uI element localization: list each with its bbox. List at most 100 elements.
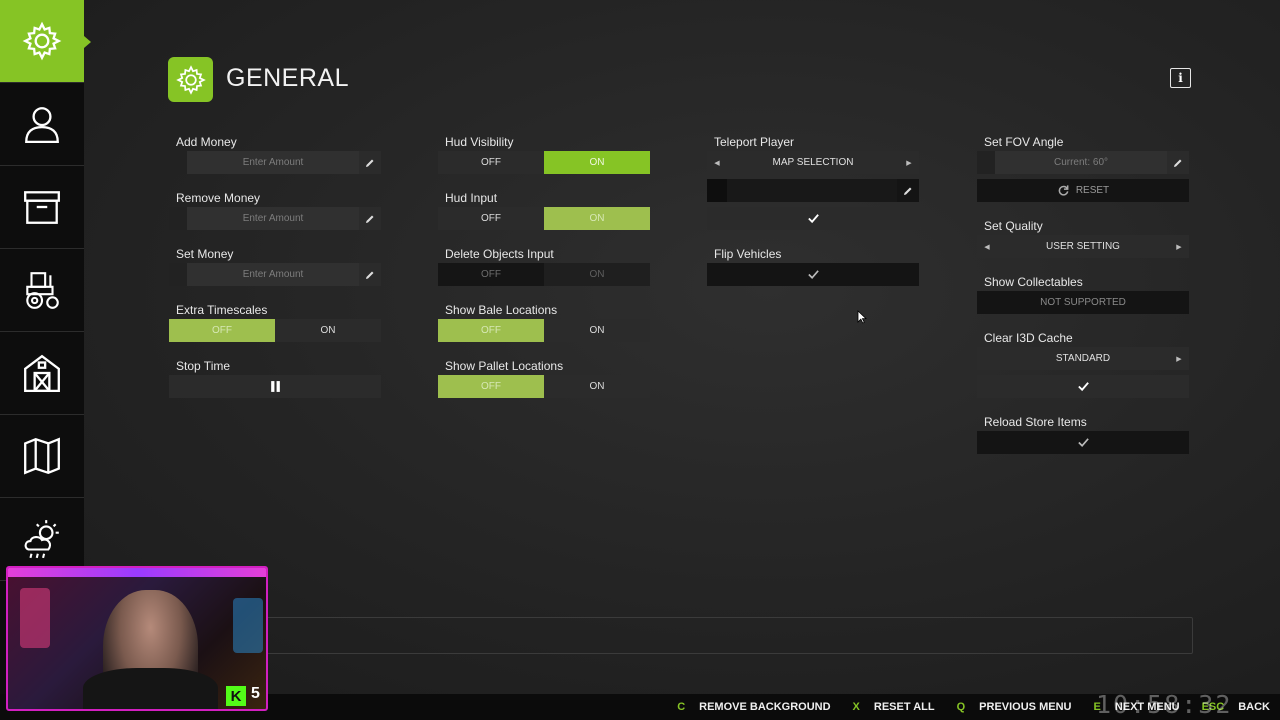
next-menu-action[interactable]: E NEXT MENU <box>1093 701 1179 713</box>
extra-timescales-label: Extra Timescales <box>176 303 268 317</box>
hud-visibility-toggle[interactable]: OFF ON <box>438 151 650 174</box>
arrow-left-icon[interactable]: ◀ <box>707 159 727 167</box>
key-x: X <box>852 701 860 713</box>
barn-icon <box>24 354 60 393</box>
checkmark-icon <box>807 214 819 224</box>
delete-objects-input-on[interactable]: ON <box>544 263 650 286</box>
stop-time-button[interactable] <box>169 375 381 398</box>
show-collectables-status: NOT SUPPORTED <box>977 291 1189 314</box>
flip-vehicles-button[interactable] <box>707 263 919 286</box>
reset-all-action[interactable]: X RESET ALL <box>853 701 935 713</box>
sidebar-item-storage[interactable] <box>0 166 84 249</box>
show-bale-locations-off[interactable]: OFF <box>438 319 544 342</box>
show-bale-locations-toggle[interactable]: OFF ON <box>438 319 650 342</box>
webcam-overlay: K 5 <box>6 566 268 711</box>
previous-menu-action[interactable]: Q PREVIOUS MENU <box>957 701 1072 713</box>
hud-input-off[interactable]: OFF <box>438 207 544 230</box>
remove-background-label: REMOVE BACKGROUND <box>699 701 831 713</box>
reset-all-label: RESET ALL <box>873 701 935 713</box>
delete-objects-input-toggle[interactable]: OFF ON <box>438 263 650 286</box>
hud-input-label: Hud Input <box>445 191 498 205</box>
teleport-player-label: Teleport Player <box>714 135 795 149</box>
sidebar-item-vehicles[interactable] <box>0 249 84 332</box>
person-icon <box>25 107 59 144</box>
pause-icon <box>270 381 280 392</box>
storage-box-icon <box>24 191 60 224</box>
set-money-input[interactable]: Enter Amount <box>169 263 381 286</box>
reload-store-items-button[interactable] <box>977 431 1189 454</box>
sidebar-item-buildings[interactable] <box>0 332 84 415</box>
tractor-icon <box>26 272 59 309</box>
delete-objects-input-off[interactable]: OFF <box>438 263 544 286</box>
pencil-icon[interactable] <box>897 186 919 196</box>
remove-money-label: Remove Money <box>176 191 261 205</box>
set-money-placeholder[interactable]: Enter Amount <box>187 263 359 286</box>
show-bale-locations-label: Show Bale Locations <box>445 303 558 317</box>
remove-money-input[interactable]: Enter Amount <box>169 207 381 230</box>
flip-vehicles-label: Flip Vehicles <box>714 247 782 261</box>
fov-angle-placeholder[interactable]: Current: 60° <box>995 151 1167 174</box>
add-money-placeholder[interactable]: Enter Amount <box>187 151 359 174</box>
show-bale-locations-on[interactable]: ON <box>544 319 650 342</box>
gear-icon <box>175 64 206 95</box>
remove-money-placeholder[interactable]: Enter Amount <box>187 207 359 230</box>
page-title: GENERAL <box>226 64 349 92</box>
delete-objects-input-label: Delete Objects Input <box>445 247 554 261</box>
sidebar-item-general[interactable] <box>0 0 91 83</box>
clear-i3d-cache-value: STANDARD <box>1055 353 1111 364</box>
arrow-right-icon[interactable]: ▶ <box>1169 355 1189 363</box>
checkmark-icon <box>807 270 819 279</box>
reload-store-items-label: Reload Store Items <box>984 415 1087 429</box>
extra-timescales-toggle[interactable]: OFF ON <box>169 319 381 342</box>
pencil-icon[interactable] <box>359 151 381 174</box>
teleport-confirm-button[interactable] <box>707 207 919 230</box>
hud-visibility-label: Hud Visibility <box>445 135 514 149</box>
key-e: E <box>1093 701 1101 713</box>
hud-visibility-on[interactable]: ON <box>544 151 650 174</box>
sidebar-item-player[interactable] <box>0 83 84 166</box>
weather-icon <box>24 520 59 559</box>
clear-i3d-cache-selector[interactable]: STANDARD ▶ <box>977 347 1189 370</box>
fov-reset-label: RESET <box>1075 185 1110 196</box>
info-button[interactable]: i <box>1170 68 1191 88</box>
clear-i3d-cache-confirm-button[interactable] <box>977 375 1189 398</box>
previous-menu-label: PREVIOUS MENU <box>979 701 1072 713</box>
key-q: Q <box>956 701 966 713</box>
pencil-icon[interactable] <box>1167 151 1189 174</box>
show-pallet-locations-toggle[interactable]: OFF ON <box>438 375 650 398</box>
arrow-left-icon[interactable]: ◀ <box>977 243 997 251</box>
clear-i3d-cache-label: Clear I3D Cache <box>984 331 1073 345</box>
stop-time-label: Stop Time <box>176 359 231 373</box>
arrow-right-icon[interactable]: ▶ <box>1169 243 1189 251</box>
hud-input-toggle[interactable]: OFF ON <box>438 207 650 230</box>
set-fov-angle-label: Set FOV Angle <box>984 135 1064 149</box>
mouse-cursor-icon <box>857 310 867 324</box>
key-c: C <box>677 701 686 713</box>
checkmark-icon <box>1077 382 1089 392</box>
description-bar <box>170 617 1193 654</box>
back-action[interactable]: ESC BACK <box>1202 701 1270 713</box>
fov-reset-button[interactable]: RESET <box>977 179 1189 202</box>
extra-timescales-off[interactable]: OFF <box>169 319 275 342</box>
show-pallet-locations-on[interactable]: ON <box>544 375 650 398</box>
fov-angle-input[interactable]: Current: 60° <box>977 151 1189 174</box>
remove-background-action[interactable]: C REMOVE BACKGROUND <box>677 701 830 713</box>
show-collectables-label: Show Collectables <box>984 275 1083 289</box>
hud-visibility-off[interactable]: OFF <box>438 151 544 174</box>
pencil-icon[interactable] <box>359 207 381 230</box>
checkmark-icon <box>1077 438 1089 447</box>
kick-logo-icon: K <box>226 686 246 706</box>
pencil-icon[interactable] <box>359 263 381 286</box>
set-quality-label: Set Quality <box>984 219 1043 233</box>
arrow-right-icon[interactable]: ▶ <box>899 159 919 167</box>
sidebar-item-map[interactable] <box>0 415 84 498</box>
teleport-coordinates-input[interactable] <box>707 179 919 202</box>
hud-input-on[interactable]: ON <box>544 207 650 230</box>
next-menu-label: NEXT MENU <box>1114 701 1180 713</box>
show-pallet-locations-off[interactable]: OFF <box>438 375 544 398</box>
add-money-input[interactable]: Enter Amount <box>169 151 381 174</box>
set-quality-selector[interactable]: ◀ USER SETTING ▶ <box>977 235 1189 258</box>
extra-timescales-on[interactable]: ON <box>275 319 381 342</box>
add-money-label: Add Money <box>176 135 237 149</box>
teleport-player-selector[interactable]: ◀ MAP SELECTION ▶ <box>707 151 919 174</box>
